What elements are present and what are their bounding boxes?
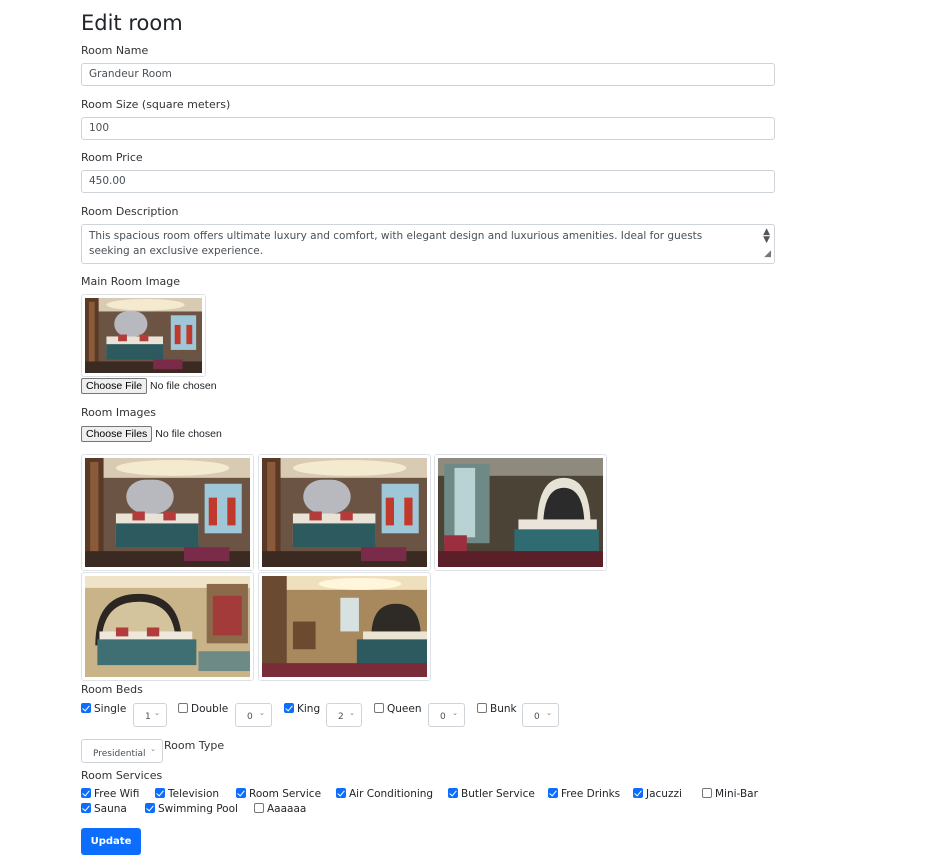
service-aaaaaa[interactable]: Aaaaaa (254, 803, 306, 815)
room-size-input[interactable]: 100 (81, 117, 775, 140)
room-name-label: Room Name (81, 44, 149, 57)
bunk-count-select[interactable]: 0 ⌄ (522, 703, 559, 727)
chevron-down-icon: ⌄ (150, 745, 156, 753)
room-type-select[interactable]: Presidential ⌄ (81, 739, 163, 763)
service-jacuzzi[interactable]: Jacuzzi (633, 788, 682, 800)
bunk-checkbox[interactable] (477, 703, 487, 713)
service-free-wifi[interactable]: Free Wifi (81, 788, 139, 800)
room-image-thumbnail (258, 572, 431, 681)
room-price-label: Room Price (81, 151, 143, 164)
room-type-label: Room Type (164, 739, 225, 752)
television-checkbox[interactable] (155, 788, 165, 798)
sauna-checkbox[interactable] (81, 803, 91, 813)
room-beds-label: Room Beds (81, 683, 143, 696)
free-wifi-checkbox[interactable] (81, 788, 91, 798)
room-image-thumbnail (258, 454, 431, 571)
free-drinks-checkbox[interactable] (548, 788, 558, 798)
double-count-select[interactable]: 0 ⌄ (235, 703, 272, 727)
room-description-textarea[interactable]: This spacious room offers ultimate luxur… (81, 224, 775, 264)
service-free-drinks[interactable]: Free Drinks (548, 788, 620, 800)
room-images-choose-files-button[interactable]: Choose Files (81, 426, 153, 442)
room-description-label: Room Description (81, 205, 179, 218)
queen-count-select[interactable]: 0 ⌄ (428, 703, 465, 727)
chevron-down-icon: ⌄ (546, 709, 552, 717)
chevron-down-icon: ⌄ (452, 709, 458, 717)
air-conditioning-checkbox[interactable] (336, 788, 346, 798)
king-checkbox[interactable] (284, 703, 294, 713)
double-checkbox[interactable] (178, 703, 188, 713)
bed-option-bunk[interactable]: Bunk (477, 703, 517, 715)
room-size-label: Room Size (square meters) (81, 98, 231, 111)
bed-option-king[interactable]: King (284, 703, 320, 715)
chevron-down-icon: ⌄ (259, 709, 265, 717)
butler-service-checkbox[interactable] (448, 788, 458, 798)
resize-grip-icon[interactable]: ◢ (764, 247, 771, 262)
king-count-select[interactable]: 2 ⌄ (326, 703, 362, 727)
aaaaaa-checkbox[interactable] (254, 803, 264, 813)
service-room-service[interactable]: Room Service (236, 788, 321, 800)
room-images-file-status: No file chosen (155, 428, 222, 440)
service-mini-bar[interactable]: Mini-Bar (702, 788, 758, 800)
service-television[interactable]: Television (155, 788, 219, 800)
bed-option-single[interactable]: Single (81, 703, 126, 715)
jacuzzi-checkbox[interactable] (633, 788, 643, 798)
room-name-input[interactable]: Grandeur Room (81, 63, 775, 86)
room-description-text: This spacious room offers ultimate luxur… (89, 230, 703, 257)
service-butler-service[interactable]: Butler Service (448, 788, 535, 800)
chevron-down-icon: ⌄ (349, 709, 355, 717)
service-air-conditioning[interactable]: Air Conditioning (336, 788, 433, 800)
main-image-file-status: No file chosen (150, 380, 217, 392)
service-sauna[interactable]: Sauna (81, 803, 127, 815)
mini-bar-checkbox[interactable] (702, 788, 712, 798)
main-image-file-input[interactable]: Choose File No file chosen (81, 378, 217, 394)
single-checkbox[interactable] (81, 703, 91, 713)
main-room-image (81, 294, 206, 377)
room-image-thumbnail (81, 454, 254, 571)
room-service-checkbox[interactable] (236, 788, 246, 798)
queen-checkbox[interactable] (374, 703, 384, 713)
chevron-down-icon: ⌄ (154, 709, 160, 717)
room-images-label: Room Images (81, 406, 157, 419)
bed-option-double[interactable]: Double (178, 703, 228, 715)
room-image-thumbnail (81, 572, 254, 681)
update-button[interactable]: Update (81, 828, 141, 855)
single-count-select[interactable]: 1 ⌄ (133, 703, 167, 727)
swimming-pool-checkbox[interactable] (145, 803, 155, 813)
scroll-arrows-icon[interactable]: ▲ ▼ (763, 228, 770, 245)
bed-option-queen[interactable]: Queen (374, 703, 422, 715)
page-title: Edit room (81, 11, 183, 35)
room-services-label: Room Services (81, 769, 163, 782)
room-images-file-input[interactable]: Choose Files No file chosen (81, 426, 222, 442)
room-image-thumbnail (434, 454, 607, 571)
main-image-choose-file-button[interactable]: Choose File (81, 378, 148, 394)
service-swimming-pool[interactable]: Swimming Pool (145, 803, 238, 815)
room-price-input[interactable]: 450.00 (81, 170, 775, 193)
main-image-label: Main Room Image (81, 275, 181, 288)
